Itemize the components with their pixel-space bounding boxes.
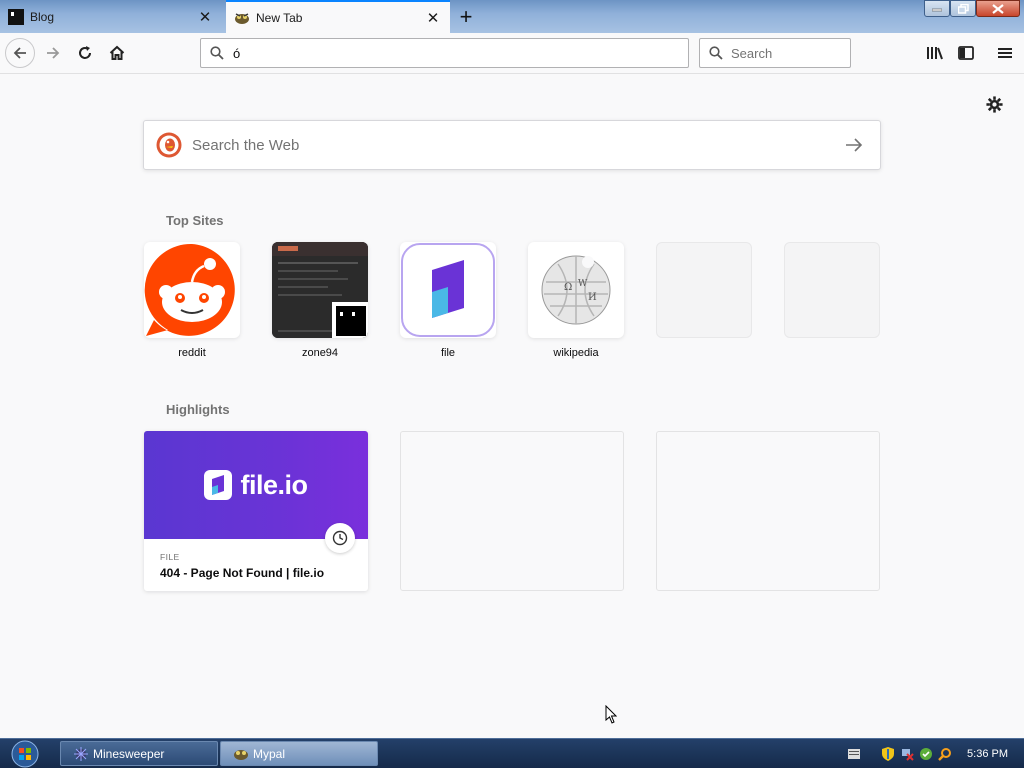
mypal-favicon-icon: [234, 10, 250, 26]
taskbar: Minesweeper Mypal 5:36 PM: [0, 738, 1024, 768]
site-label: zone94: [301, 347, 339, 359]
arrow-right-icon[interactable]: [842, 133, 866, 157]
svg-text:Ω: Ω: [564, 282, 572, 293]
gear-icon[interactable]: [984, 94, 1004, 114]
close-window-icon[interactable]: [976, 0, 1020, 17]
tab-strip: Blog ✕ New Tab ✕ +: [0, 0, 1024, 33]
mypal-icon: [233, 746, 249, 762]
network-error-icon[interactable]: [900, 747, 914, 761]
sidebar-toggle-button[interactable]: [951, 38, 981, 68]
wikipedia-globe-icon: Ω W И: [528, 242, 624, 338]
new-tab-plus-icon[interactable]: +: [455, 6, 477, 28]
highlight-hero-text: file.io: [240, 469, 308, 500]
minimize-window-icon[interactable]: [924, 0, 950, 17]
svg-text:И: И: [588, 292, 597, 303]
update-icon[interactable]: [919, 747, 933, 761]
taskbar-item-label: Minesweeper: [93, 746, 165, 761]
site-label: file: [440, 347, 456, 359]
highlight-type: FILE: [160, 552, 180, 562]
start-button[interactable]: [10, 740, 40, 768]
search-icon: [210, 46, 224, 60]
home-button[interactable]: [102, 38, 132, 68]
search-bar[interactable]: [699, 38, 851, 68]
top-site-file[interactable]: file: [400, 242, 496, 359]
search-tray-icon[interactable]: [938, 747, 952, 761]
zone94-thumbnail: [272, 242, 368, 338]
menu-hamburger-button[interactable]: [990, 38, 1020, 68]
top-site-empty[interactable]: [784, 242, 880, 347]
taskbar-clock[interactable]: 5:36 PM: [967, 748, 1008, 760]
system-tray: 5:36 PM: [847, 739, 1024, 768]
back-button[interactable]: [5, 38, 35, 68]
tab-blog[interactable]: Blog ✕: [0, 0, 222, 33]
top-site-reddit[interactable]: reddit: [144, 242, 240, 359]
reddit-logo-icon: [144, 242, 240, 338]
highlight-preview-image: file.io: [144, 431, 368, 553]
top-site-wikipedia[interactable]: Ω W И wikipedia: [528, 242, 624, 359]
site-label: wikipedia: [553, 347, 599, 359]
url-bar[interactable]: [200, 38, 689, 68]
taskbar-item-mypal[interactable]: Mypal: [220, 741, 378, 766]
keyboard-icon[interactable]: [847, 747, 861, 761]
top-site-empty[interactable]: [656, 242, 752, 347]
library-button[interactable]: [920, 38, 950, 68]
tab-new-tab[interactable]: New Tab ✕: [226, 0, 450, 33]
blog-favicon-icon: [8, 8, 24, 25]
navigation-toolbar: [0, 33, 1024, 74]
restore-window-icon[interactable]: [950, 0, 976, 17]
mouse-cursor-icon: [605, 704, 618, 729]
taskbar-item-minesweeper[interactable]: Minesweeper: [60, 741, 218, 766]
highlight-title: 404 - Page Not Found | file.io: [160, 566, 325, 580]
tab-title: Blog: [30, 9, 55, 24]
empty-tile: [656, 242, 752, 338]
fileio-logo-icon: [400, 242, 496, 338]
site-label: reddit: [178, 347, 206, 359]
tab-title: New Tab: [256, 10, 303, 25]
search-icon: [709, 46, 723, 60]
shield-icon[interactable]: [881, 746, 895, 761]
highlight-placeholder: [656, 431, 880, 591]
empty-tile: [784, 242, 880, 338]
clock-icon: [325, 523, 355, 553]
close-tab-icon[interactable]: ✕: [424, 9, 442, 27]
minesweeper-icon: [73, 746, 89, 762]
fileio-logo-icon: [204, 470, 233, 500]
url-input[interactable]: [233, 45, 673, 61]
duckduckgo-logo-icon: [156, 132, 182, 158]
highlight-placeholder: [400, 431, 624, 591]
reload-button[interactable]: [70, 38, 100, 68]
highlights-heading: Highlights: [166, 402, 230, 417]
highlight-card[interactable]: file.io FILE 404 - Page Not Found | file…: [144, 431, 368, 591]
top-site-zone94[interactable]: zone94: [272, 242, 368, 359]
forward-button[interactable]: [38, 38, 68, 68]
search-input[interactable]: [731, 45, 841, 61]
svg-text:W: W: [578, 279, 588, 289]
web-search-input[interactable]: [192, 136, 842, 154]
taskbar-item-label: Mypal: [253, 746, 286, 761]
top-sites-heading: Top Sites: [166, 213, 224, 228]
window-controls: [924, 0, 1020, 17]
web-search-box[interactable]: [143, 120, 881, 170]
close-tab-icon[interactable]: ✕: [196, 8, 214, 26]
